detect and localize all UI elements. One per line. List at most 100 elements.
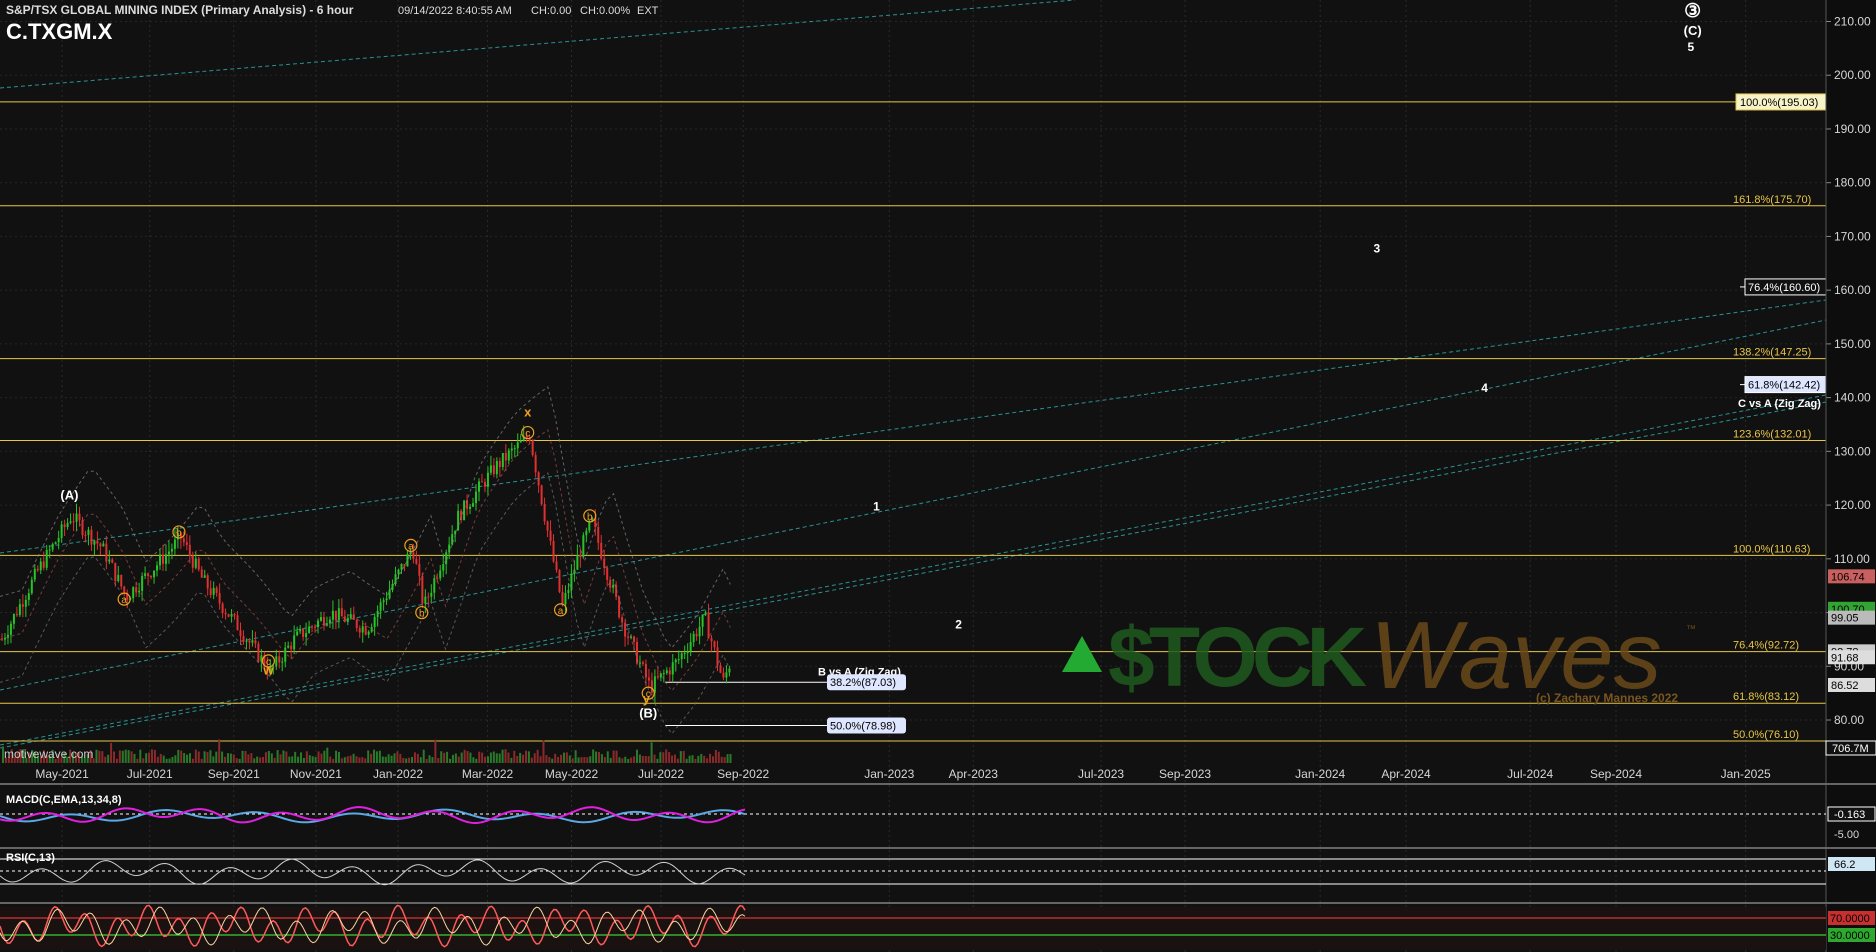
candle-body — [21, 604, 24, 607]
volume-bar — [282, 750, 285, 763]
volume-bar — [542, 740, 545, 763]
volume-bar — [676, 758, 679, 763]
volume-bar — [577, 757, 580, 763]
volume-bar — [621, 758, 624, 763]
candle-body — [412, 552, 415, 559]
candle-body — [164, 554, 167, 564]
candle-body — [719, 665, 722, 673]
volume-bar — [685, 758, 688, 763]
volume-bar — [349, 755, 352, 763]
wave-label: (A) — [60, 488, 78, 503]
candle-body — [284, 647, 287, 662]
time-axis[interactable]: May-2021 Jul-2021 Sep-2021 Nov-2021 Jan-2022… — [35, 767, 1771, 781]
candle-body — [597, 527, 600, 543]
volume-bar — [291, 756, 294, 763]
volume-bar — [574, 750, 577, 763]
volume-bar — [402, 757, 405, 763]
candle-body — [555, 561, 558, 570]
candle-body — [200, 569, 203, 578]
volume-bar — [273, 757, 276, 763]
volume-bar — [446, 751, 449, 763]
volume-bar — [136, 758, 139, 763]
candle-body — [534, 455, 537, 473]
volume-bar — [238, 758, 241, 763]
volume-bar — [151, 749, 154, 763]
volume-bar — [177, 749, 180, 763]
candle-body — [75, 513, 78, 522]
volume-bar — [606, 751, 609, 763]
volume-bar — [630, 757, 633, 763]
volume-bar — [323, 750, 326, 763]
volume-bar — [206, 752, 209, 763]
candle-body — [644, 663, 647, 678]
wave-circle-label: a — [408, 541, 414, 552]
candle-body — [69, 521, 72, 523]
volume-bar — [437, 757, 440, 763]
candle-body — [385, 598, 388, 601]
candle-body — [197, 558, 200, 570]
candle-body — [254, 640, 257, 644]
volume-bar — [294, 751, 297, 763]
volume-bar — [361, 757, 364, 763]
volume-bar — [329, 756, 332, 763]
volume-bar — [171, 756, 174, 763]
candle-body — [311, 626, 314, 628]
volume-bar — [256, 756, 259, 763]
candle-body — [677, 659, 680, 661]
candle-body — [627, 636, 630, 638]
volume-bar — [194, 749, 197, 763]
candle-body — [132, 587, 135, 599]
volume-bar — [443, 752, 446, 763]
volume-bar — [662, 752, 665, 763]
volume-bar — [101, 751, 104, 763]
volume-bar — [229, 753, 232, 763]
candle-body — [93, 540, 96, 545]
x-tick-label: Jan-2024 — [1295, 767, 1345, 781]
candle-body — [582, 535, 585, 558]
candle-body — [173, 539, 176, 549]
wave-label: (C) — [1684, 23, 1702, 38]
candle-body — [150, 575, 153, 578]
stoch-value: 70.0000 — [1830, 913, 1870, 925]
volume-bar — [615, 750, 618, 763]
volume-bar — [232, 754, 235, 763]
volume-bar — [311, 756, 314, 763]
volume-bar — [656, 758, 659, 763]
candle-body — [281, 661, 284, 663]
fib-label: 76.4%(92.72) — [1733, 640, 1799, 652]
volume-bar — [422, 749, 425, 763]
candle-body — [495, 460, 498, 475]
candle-body — [84, 535, 87, 537]
volume-bar — [545, 755, 548, 763]
b-fib-label: 38.2%(87.03) — [830, 677, 896, 689]
volume-bar — [244, 750, 247, 763]
volume-bar — [308, 755, 311, 763]
volume-bar — [203, 751, 206, 763]
volume-bar — [253, 758, 256, 763]
volume-bar — [346, 756, 349, 763]
volume-bar — [440, 751, 443, 763]
candle-body — [472, 503, 475, 507]
candle-body — [424, 596, 427, 604]
candle-body — [513, 448, 516, 450]
volume-bar — [113, 751, 116, 763]
volume-bar — [259, 757, 262, 763]
wave-circle-label: c — [266, 657, 271, 668]
x-tick-label: Jul-2023 — [1078, 767, 1124, 781]
volume-bar — [352, 753, 355, 763]
candle-body — [388, 589, 391, 599]
candle-body — [570, 573, 573, 591]
volume-bar — [709, 753, 712, 763]
candle-body — [206, 575, 209, 589]
volume-bar — [703, 755, 706, 763]
volume-bar — [121, 750, 124, 763]
candle-body — [674, 659, 677, 663]
candle-body — [242, 635, 245, 642]
volume-bar — [717, 751, 720, 763]
candle-body — [322, 617, 325, 626]
volume-bar — [583, 756, 586, 763]
x-tick-label: Sep-2023 — [1159, 767, 1211, 781]
candle-body — [1, 639, 3, 641]
candle-body — [87, 529, 90, 536]
volume-bar — [297, 756, 300, 763]
